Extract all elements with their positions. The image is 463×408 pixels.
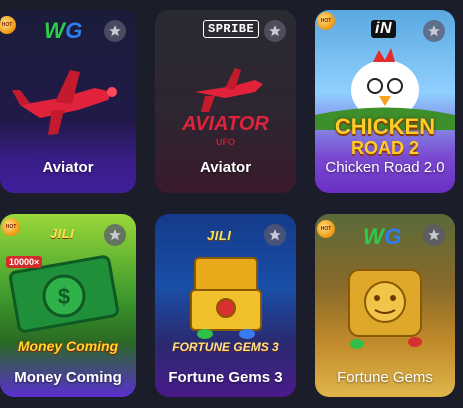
hot-badge-icon: HOT xyxy=(2,218,20,236)
game-title: Chicken Road 2.0 xyxy=(325,158,445,176)
star-icon[interactable] xyxy=(264,20,286,42)
card-footer: Fortune Gems xyxy=(315,357,455,397)
game-card-chicken-road[interactable]: HOT iN CHICKEN ROAD 2 Chicken Road 2.0 xyxy=(315,10,455,193)
provider-logo-jili: JILI xyxy=(50,226,75,241)
star-icon[interactable] xyxy=(104,224,126,246)
game-title: Aviator xyxy=(199,158,252,176)
game-card-aviator-wg[interactable]: HOT WG Aviator xyxy=(0,10,136,193)
card-footer: Fortune Gems 3 xyxy=(155,357,296,397)
star-icon[interactable] xyxy=(423,20,445,42)
provider-logo-in: iN xyxy=(371,20,396,38)
star-icon[interactable] xyxy=(264,224,286,246)
money-coming-logo: Money Coming xyxy=(17,338,119,354)
card-footer: Money Coming xyxy=(0,357,136,397)
card-footer: Aviator xyxy=(0,141,136,193)
provider-logo-jili: JILI xyxy=(207,228,232,243)
hot-badge-icon: HOT xyxy=(317,220,335,238)
hot-badge-icon: HOT xyxy=(317,12,335,30)
star-icon[interactable] xyxy=(104,20,126,42)
provider-logo-wg: WG xyxy=(363,224,402,249)
money-coming-badge: 10000× xyxy=(6,256,43,268)
game-title: Fortune Gems xyxy=(337,368,433,386)
game-title: Fortune Gems 3 xyxy=(168,368,283,386)
game-card-fortune-gems-wg[interactable]: HOT WG Fortune Gems xyxy=(315,214,455,397)
game-title: Money Coming xyxy=(14,368,122,386)
star-icon[interactable] xyxy=(423,224,445,246)
game-title: Aviator xyxy=(42,158,94,176)
fortune-gems-3-logo: FORTUNE GEMS 3 xyxy=(172,340,279,354)
game-card-money-coming[interactable]: $ HOT JILI 10000× Money Coming Money Com… xyxy=(0,214,136,397)
game-card-aviator-spribe[interactable]: SPRIBE Aviator UFO Aviator xyxy=(155,10,296,193)
svg-text:$: $ xyxy=(58,284,70,309)
card-footer: Aviator xyxy=(155,141,296,193)
card-footer: Chicken Road 2.0 xyxy=(315,141,455,193)
provider-logo-wg: WG xyxy=(44,18,83,43)
provider-logo-spribe: SPRIBE xyxy=(203,20,260,38)
chicken-road-logo-line1: CHICKEN xyxy=(334,114,436,139)
aviator-logo-text: Aviator xyxy=(182,113,269,135)
game-grid: HOT WG Aviator SPRIBE Aviator UFO Aviato… xyxy=(0,0,463,408)
game-card-fortune-gems-3[interactable]: JILI FORTUNE GEMS 3 Fortune Gems 3 xyxy=(155,214,296,397)
